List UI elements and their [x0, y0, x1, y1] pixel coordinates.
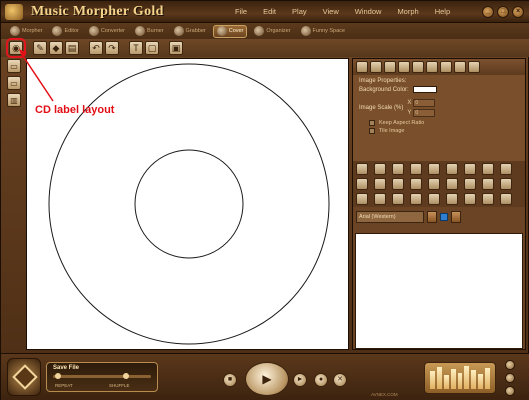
cut-icon[interactable] [464, 178, 476, 190]
keep-aspect-row[interactable]: Keep Aspect Ratio [359, 120, 519, 126]
eq-bar [464, 366, 470, 389]
font-select[interactable]: Arial (Western) [356, 211, 424, 223]
scale-x-input[interactable]: 0 [413, 99, 436, 107]
fit-tool-icon[interactable] [412, 61, 424, 73]
properties-panel: Image Properties: Background Color: Imag… [352, 58, 526, 350]
align-center-icon[interactable] [374, 193, 386, 205]
grid-icon[interactable] [464, 193, 476, 205]
image-insert-icon[interactable] [356, 178, 368, 190]
shuffle-toggle[interactable]: SHUFFLE [109, 383, 130, 388]
distribute-icon[interactable] [410, 193, 422, 205]
rotate-left-icon[interactable] [392, 178, 404, 190]
repeat-toggle[interactable]: REPEAT [55, 383, 73, 388]
rotate-tool-icon[interactable] [398, 61, 410, 73]
align-right-icon[interactable] [392, 193, 404, 205]
app-window: Music Morpher Gold File Edit Play View W… [0, 0, 529, 400]
scale-y-input[interactable]: 0 [413, 109, 436, 117]
eq-bar [430, 371, 435, 389]
image-properties: Image Properties: Background Color: Imag… [353, 75, 525, 161]
layer-icon[interactable] [428, 163, 440, 175]
eq-bar [471, 370, 477, 389]
play-button[interactable]: ▶ [245, 362, 289, 396]
eq-bar [443, 375, 449, 389]
layer-4-icon[interactable] [482, 163, 494, 175]
next-button[interactable]: ► [293, 373, 307, 387]
player-side-controls [505, 360, 515, 396]
delete-icon[interactable] [482, 178, 494, 190]
image-tool-icon[interactable] [356, 61, 368, 73]
volume-knob[interactable] [123, 373, 129, 379]
seek-knob[interactable] [55, 373, 61, 379]
zoom-icon[interactable] [500, 193, 512, 205]
align-tool-4-icon[interactable] [468, 61, 480, 73]
keep-aspect-checkbox[interactable] [369, 120, 375, 126]
player-display: Save File REPEAT SHUFFLE [46, 362, 158, 392]
pencil-tool-icon[interactable] [370, 61, 382, 73]
eq-bar [450, 369, 456, 389]
snap-icon[interactable] [482, 193, 494, 205]
text-input-area[interactable] [355, 233, 523, 349]
file-label: Save File [53, 365, 80, 371]
paste-icon[interactable] [446, 178, 458, 190]
layer-3-icon[interactable] [464, 163, 476, 175]
next-icon: ► [296, 376, 304, 383]
background-color-label: Background Color: [359, 86, 409, 93]
player-option-button[interactable] [505, 386, 515, 396]
brand-label: AVNEX.COM [371, 392, 398, 397]
image-edit-icon[interactable] [374, 178, 386, 190]
align-tool-3-icon[interactable] [454, 61, 466, 73]
equalizer-display [424, 362, 496, 394]
layer-2-icon[interactable] [446, 163, 458, 175]
tile-image-checkbox[interactable] [369, 128, 375, 134]
seek-slider[interactable] [53, 373, 151, 379]
flip-icon[interactable] [428, 193, 440, 205]
player-logo-icon [7, 358, 41, 396]
align-tool-2-icon[interactable] [440, 61, 452, 73]
record-button[interactable]: ● [314, 373, 328, 387]
align-tool-icon[interactable] [426, 61, 438, 73]
eq-bar [436, 367, 442, 389]
bring-front-icon[interactable] [356, 163, 368, 175]
copy-icon[interactable] [428, 178, 440, 190]
font-color-swatch[interactable] [440, 213, 448, 221]
player-option-button[interactable] [505, 373, 515, 383]
record-icon: ● [318, 376, 324, 383]
panel-tool-grid [353, 161, 525, 207]
stop-button[interactable]: ■ [223, 373, 237, 387]
mirror-icon[interactable] [446, 193, 458, 205]
ungroup-icon[interactable] [410, 163, 422, 175]
scale-y-label: Y [407, 110, 412, 116]
rotate-right-icon[interactable] [410, 178, 422, 190]
font-toolbar: Arial (Western) [353, 207, 525, 227]
scale-x-label: X [407, 100, 412, 106]
stop-icon: ■ [227, 376, 233, 383]
eq-bar [478, 374, 484, 389]
eject-button[interactable]: ✕ [333, 373, 347, 387]
tile-image-row[interactable]: Tile Image [359, 128, 519, 134]
eject-icon: ✕ [337, 376, 343, 383]
panel-toolbar-top [353, 59, 525, 75]
eq-bar [485, 368, 491, 389]
player-bar: Save File REPEAT SHUFFLE ■ ► ▶ ● ✕ AVNEX… [1, 353, 529, 400]
group-icon[interactable] [392, 163, 404, 175]
align-left-icon[interactable] [356, 193, 368, 205]
play-icon: ▶ [262, 372, 272, 386]
eq-bar [457, 373, 463, 389]
move-tool-icon[interactable] [384, 61, 396, 73]
player-option-button[interactable] [505, 360, 515, 370]
send-back-icon[interactable] [374, 163, 386, 175]
font-color-button[interactable] [451, 211, 461, 223]
layer-5-icon[interactable] [500, 163, 512, 175]
image-scale-label: Image Scale (%) [359, 105, 404, 111]
crop-icon[interactable] [500, 178, 512, 190]
properties-title: Image Properties: [359, 78, 407, 84]
background-color-picker[interactable] [412, 86, 437, 93]
font-dropdown-button[interactable] [427, 211, 437, 223]
